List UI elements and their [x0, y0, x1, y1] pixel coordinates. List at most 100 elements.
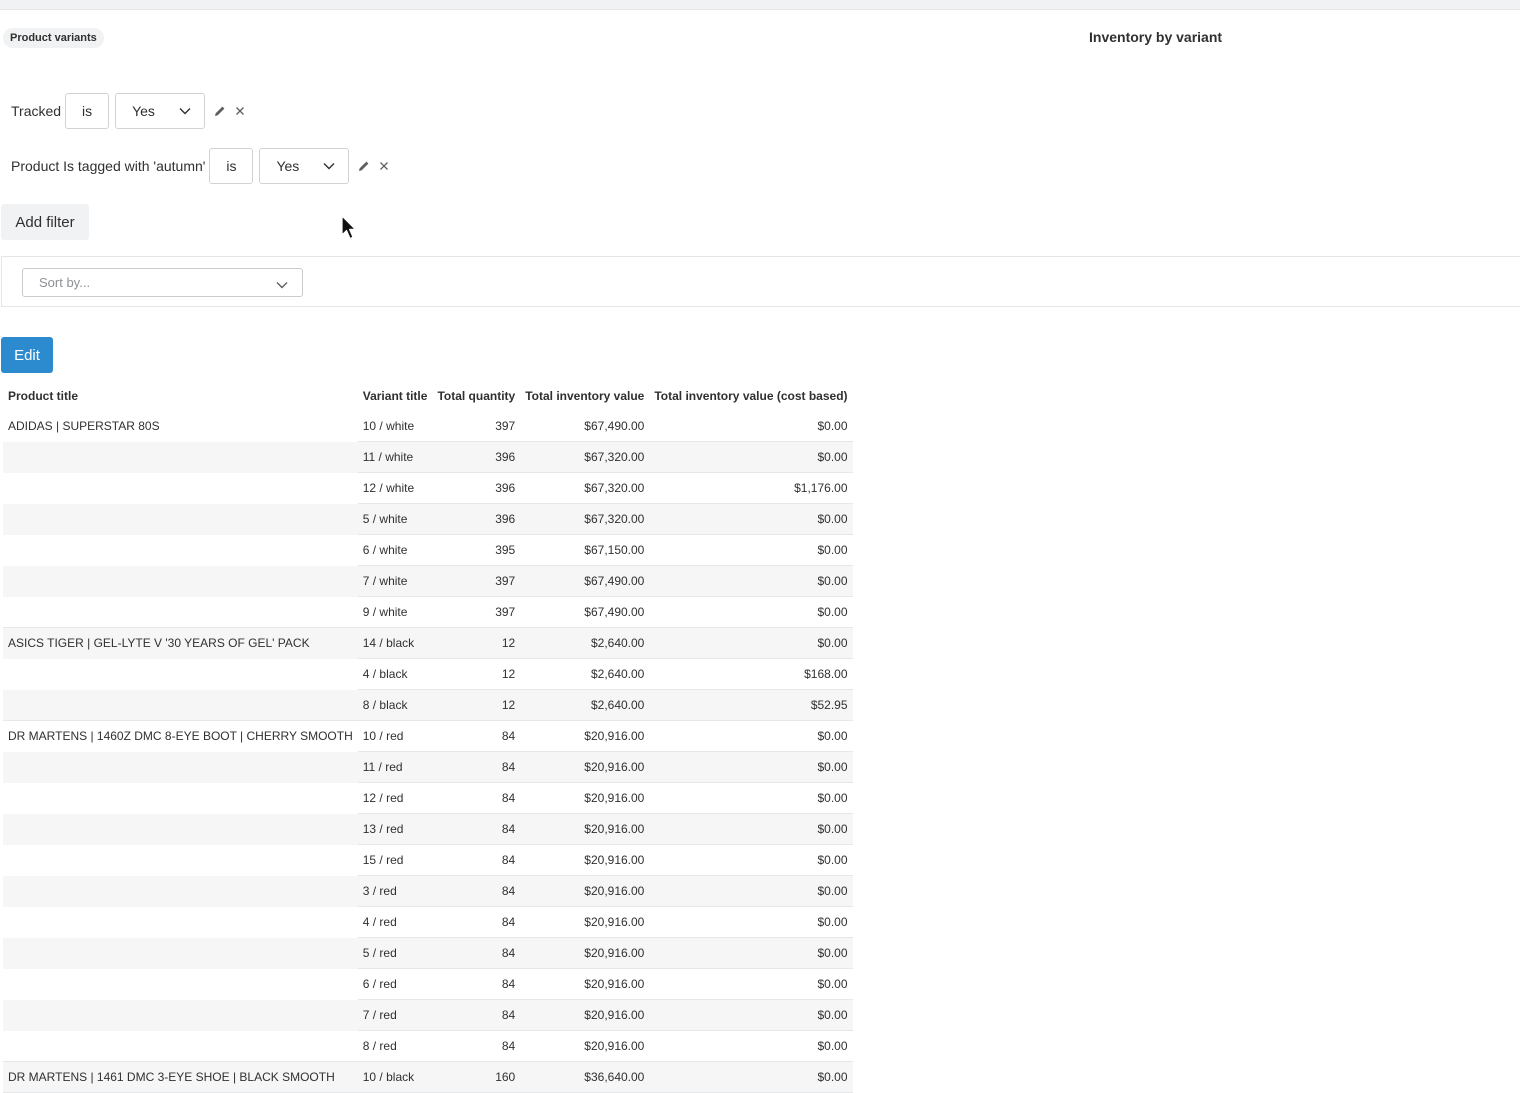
pencil-icon[interactable] [214, 105, 226, 117]
cell-product-title [3, 689, 358, 721]
cell-variant-title: 10 / white [357, 411, 433, 442]
cell-total-inventory-value-cost: $0.00 [649, 627, 853, 659]
filter-operator[interactable]: is [65, 93, 110, 129]
chevron-down-icon [276, 276, 288, 294]
filter-label: Tracked [11, 103, 62, 119]
cell-total-inventory-value: $20,916.00 [520, 906, 650, 938]
sort-by-select[interactable]: Sort by... [22, 268, 303, 297]
cell-total-inventory-value-cost: $0.00 [649, 1061, 853, 1093]
column-header-variant-title[interactable]: Variant title [358, 381, 433, 411]
cell-total-inventory-value-cost: $0.00 [649, 875, 853, 907]
cell-variant-title: 4 / red [357, 906, 433, 938]
chevron-down-icon [179, 107, 191, 115]
chevron-down-icon [323, 162, 335, 170]
filter-value-select[interactable]: Yes [115, 93, 206, 129]
cell-variant-title: 5 / red [357, 937, 433, 969]
cell-variant-title: 10 / red [357, 720, 433, 752]
add-filter-button[interactable]: Add filter [1, 204, 89, 240]
cell-total-inventory-value: $20,916.00 [520, 968, 650, 1000]
table-row: 8 / black 12 $2,640.00 $52.95 [3, 689, 853, 721]
cell-total-inventory-value-cost: $0.00 [649, 534, 853, 566]
edit-button[interactable]: Edit [1, 337, 53, 373]
table-row: DR MARTENS | 1461 DMC 3-EYE SHOE | BLACK… [3, 1061, 853, 1093]
cell-total-quantity: 160 [432, 1061, 521, 1093]
cell-variant-title: 15 / red [357, 844, 433, 876]
filter-value-label: Yes [132, 103, 155, 119]
cell-total-quantity: 396 [432, 441, 521, 473]
column-header-total-inventory-value[interactable]: Total inventory value [520, 381, 649, 411]
close-icon[interactable] [379, 161, 389, 171]
table-row: ADIDAS | SUPERSTAR 80S 10 / white 397 $67,4… [3, 411, 853, 442]
cell-total-inventory-value: $2,640.00 [520, 689, 650, 721]
table-row: 12 / red 84 $20,916.00 $0.00 [3, 782, 853, 814]
cell-variant-title: 7 / white [357, 565, 433, 597]
cell-total-inventory-value: $20,916.00 [520, 720, 650, 752]
cell-total-quantity: 397 [432, 565, 521, 597]
cell-product-title [3, 844, 358, 876]
pencil-icon[interactable] [358, 160, 370, 172]
filter-value-select[interactable]: Yes [259, 148, 350, 184]
cell-total-quantity: 84 [432, 782, 521, 814]
table-row: 6 / white 395 $67,150.00 $0.00 [3, 534, 853, 566]
table-row: 11 / white 396 $67,320.00 $0.00 [3, 441, 853, 473]
table-row: 5 / red 84 $20,916.00 $0.00 [3, 937, 853, 969]
cell-total-inventory-value-cost: $0.00 [649, 968, 853, 1000]
table-row: 4 / black 12 $2,640.00 $168.00 [3, 658, 853, 690]
cell-product-title: DR MARTENS | 1461 DMC 3-EYE SHOE | BLACK… [3, 1061, 358, 1093]
cell-product-title: ADIDAS | SUPERSTAR 80S [3, 411, 358, 442]
cell-product-title [3, 782, 358, 814]
cell-total-quantity: 84 [432, 906, 521, 938]
cell-total-inventory-value-cost: $0.00 [649, 906, 853, 938]
table-row: 3 / red 84 $20,916.00 $0.00 [3, 875, 853, 907]
cell-total-inventory-value: $67,490.00 [520, 411, 650, 442]
cell-total-quantity: 12 [432, 627, 521, 659]
cell-total-inventory-value: $20,916.00 [520, 1030, 650, 1062]
filter-operator[interactable]: is [209, 148, 254, 184]
cell-total-quantity: 396 [432, 472, 521, 504]
column-header-total-inventory-value-cost[interactable]: Total inventory value (cost based) [649, 381, 852, 411]
cell-variant-title: 14 / black [357, 627, 433, 659]
table-row: DR MARTENS | 1460Z DMC 8-EYE BOOT | CHER… [3, 720, 853, 752]
cell-product-title [3, 937, 358, 969]
table-row: 7 / white 397 $67,490.00 $0.00 [3, 565, 853, 597]
cell-total-quantity: 84 [432, 720, 521, 752]
cell-variant-title: 8 / black [357, 689, 433, 721]
cell-total-quantity: 395 [432, 534, 521, 566]
cell-total-inventory-value: $20,916.00 [520, 813, 650, 845]
cell-product-title [3, 875, 358, 907]
close-icon[interactable] [235, 106, 245, 116]
cell-total-inventory-value: $67,150.00 [520, 534, 650, 566]
cell-total-inventory-value: $20,916.00 [520, 844, 650, 876]
table-row: ASICS TIGER | GEL-LYTE V '30 YEARS OF GE… [3, 627, 853, 659]
table-row: 9 / white 397 $67,490.00 $0.00 [3, 596, 853, 628]
cell-total-quantity: 84 [432, 844, 521, 876]
cell-total-inventory-value-cost: $0.00 [649, 565, 853, 597]
cell-total-inventory-value: $36,640.00 [520, 1061, 650, 1093]
filter-value-label: Yes [276, 158, 300, 174]
cell-total-quantity: 84 [432, 937, 521, 969]
filter-row-tagged: Product Is tagged with 'autumn' is Yes [0, 147, 389, 185]
column-header-total-quantity[interactable]: Total quantity [432, 381, 520, 411]
resource-badge: Product variants [3, 28, 104, 48]
cell-product-title [3, 472, 358, 504]
table-row: 5 / white 396 $67,320.00 $0.00 [3, 503, 853, 535]
cell-total-inventory-value: $20,916.00 [520, 937, 650, 969]
cell-product-title [3, 503, 358, 535]
report-title: Inventory by variant [1089, 29, 1223, 45]
cell-total-quantity: 12 [432, 689, 521, 721]
cell-total-quantity: 84 [432, 875, 521, 907]
sort-panel: Sort by... [1, 256, 1520, 307]
cell-product-title [3, 658, 358, 690]
cell-variant-title: 6 / red [357, 968, 433, 1000]
table-row: 6 / red 84 $20,916.00 $0.00 [3, 968, 853, 1000]
cell-total-quantity: 397 [432, 411, 521, 442]
cell-total-inventory-value-cost: $0.00 [649, 999, 853, 1031]
cell-product-title: ASICS TIGER | GEL-LYTE V '30 YEARS OF GE… [3, 627, 358, 659]
cell-total-inventory-value-cost: $0.00 [649, 720, 853, 752]
cell-total-inventory-value: $2,640.00 [520, 658, 650, 690]
cell-total-inventory-value: $20,916.00 [520, 782, 650, 814]
cell-total-inventory-value: $20,916.00 [520, 875, 650, 907]
cell-total-inventory-value-cost: $0.00 [649, 596, 853, 628]
column-header-product-title[interactable]: Product title [3, 381, 358, 411]
cell-total-quantity: 84 [432, 813, 521, 845]
